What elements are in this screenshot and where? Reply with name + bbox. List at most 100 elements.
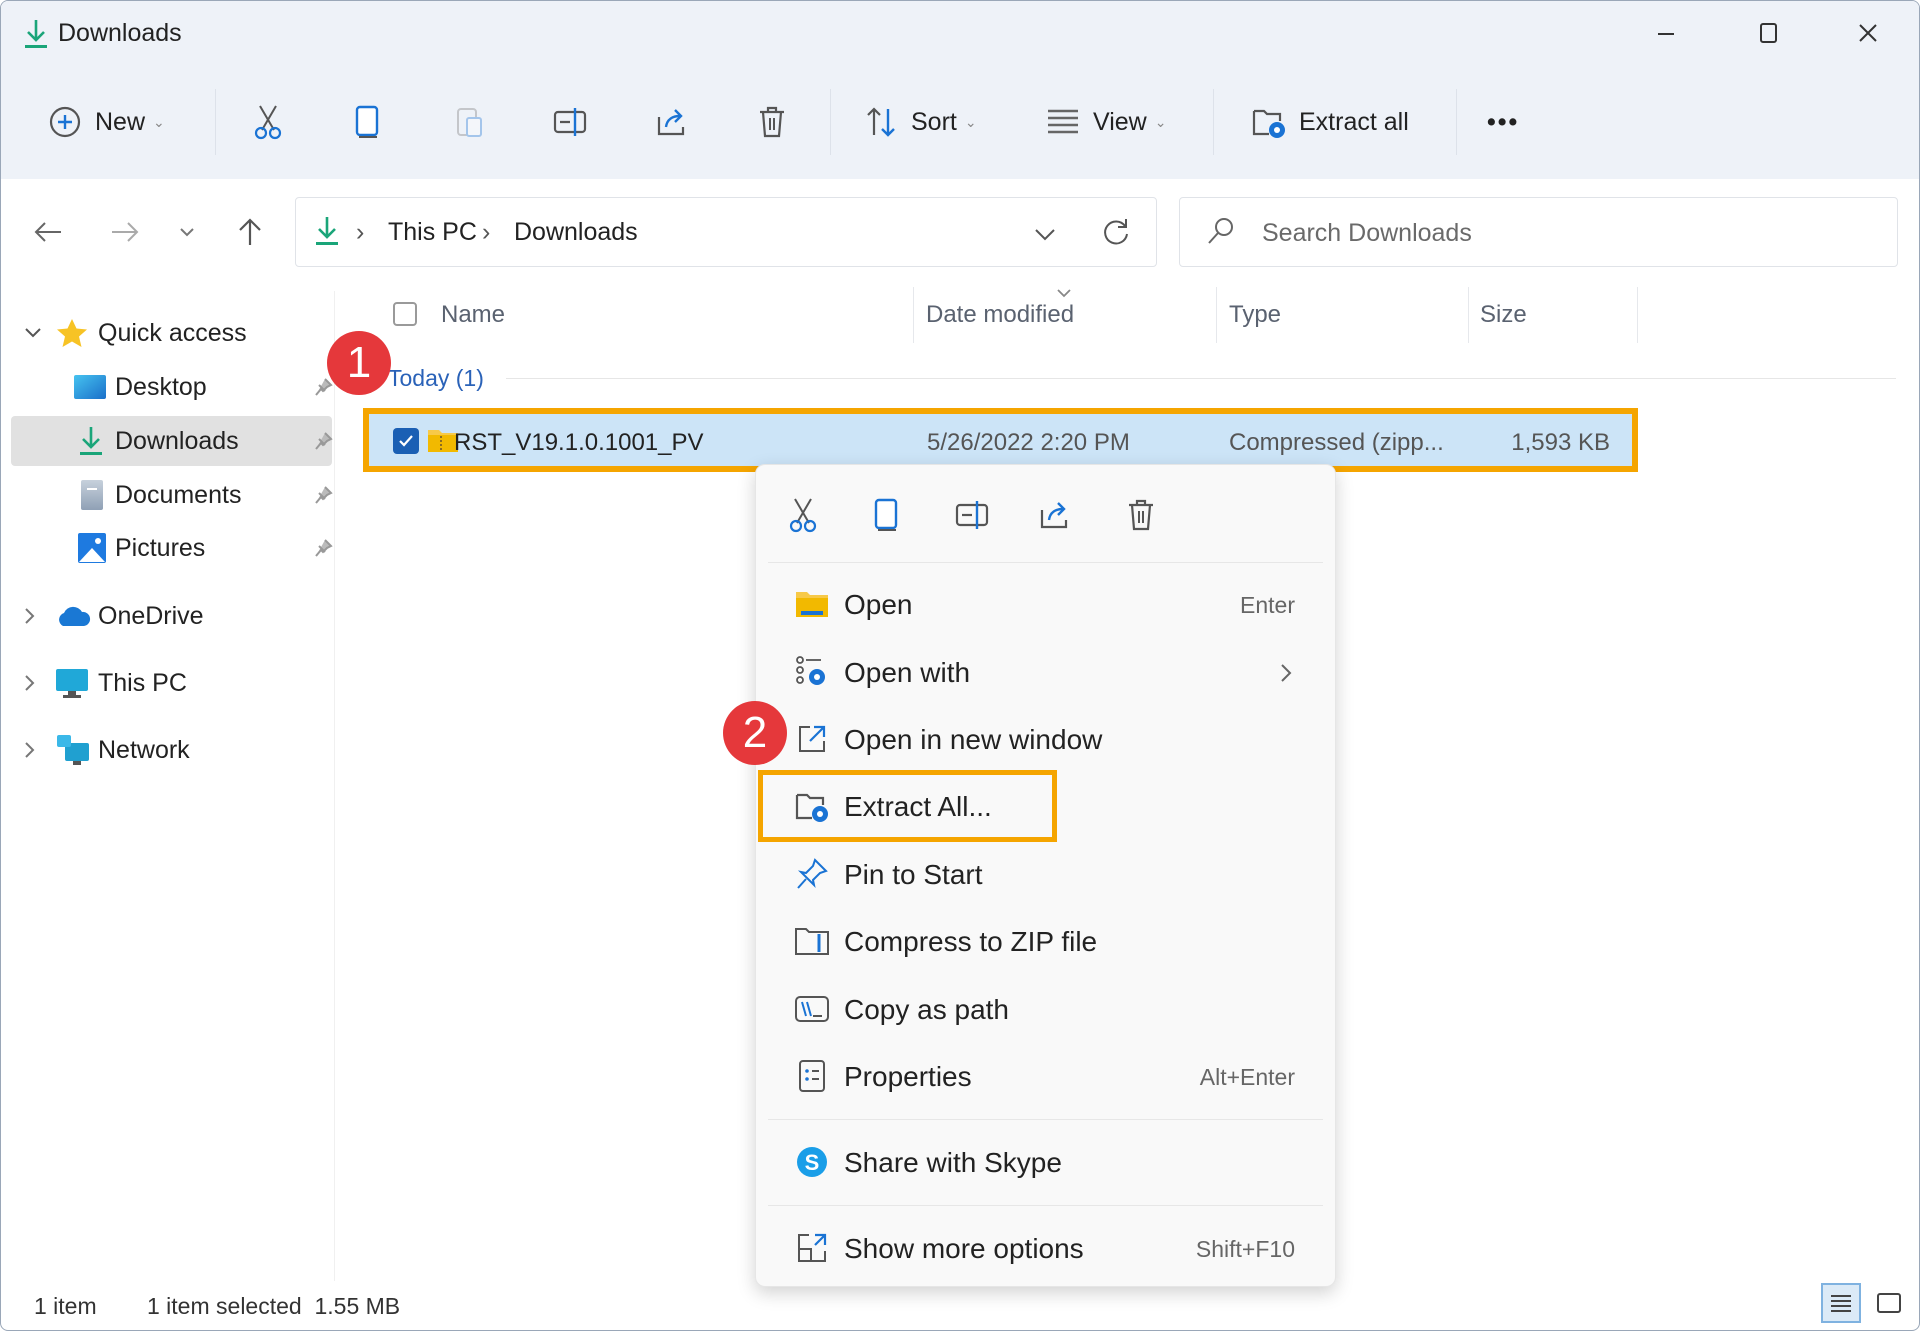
column-divider[interactable] xyxy=(1216,287,1217,343)
delete-button[interactable] xyxy=(754,99,790,145)
sort-button[interactable]: Sort ⌄ xyxy=(863,99,977,145)
paste-icon xyxy=(452,104,488,140)
sidebar-label: Quick access xyxy=(98,318,247,347)
forward-button[interactable] xyxy=(105,212,145,252)
menu-item-show-more-options[interactable]: Show more options Shift+F10 xyxy=(762,1218,1329,1278)
back-button[interactable] xyxy=(28,212,68,252)
new-label: New xyxy=(95,107,146,136)
details-view-icon xyxy=(1831,1295,1851,1312)
sidebar-item-pictures[interactable]: Pictures xyxy=(11,523,333,573)
column-header-name[interactable]: Name xyxy=(441,301,505,329)
menu-shortcut: Shift+F10 xyxy=(1195,1236,1295,1262)
column-header-size[interactable]: Size xyxy=(1480,301,1527,329)
zip-icon xyxy=(794,923,830,959)
sidebar-item-onedrive[interactable]: OneDrive xyxy=(11,591,332,641)
menu-label: Share with Skype xyxy=(844,1147,1062,1178)
rename-button[interactable] xyxy=(552,99,588,145)
address-history-button[interactable] xyxy=(1031,220,1059,248)
search-icon xyxy=(1206,216,1236,246)
recent-locations-button[interactable] xyxy=(167,212,207,252)
menu-item-properties[interactable]: Properties Alt+Enter xyxy=(762,1046,1329,1106)
step-2-badge: 2 xyxy=(723,701,787,765)
context-delete-button[interactable] xyxy=(1121,495,1161,535)
extract-all-button[interactable]: Extract all xyxy=(1251,99,1409,145)
menu-item-pin-to-start[interactable]: Pin to Start xyxy=(762,844,1329,904)
delete-icon xyxy=(1129,499,1153,531)
close-button[interactable] xyxy=(1838,13,1898,53)
menu-divider xyxy=(768,1205,1323,1206)
rename-icon xyxy=(955,501,989,529)
details-view-button[interactable] xyxy=(1821,1283,1861,1323)
search-box[interactable] xyxy=(1179,197,1898,267)
column-divider[interactable] xyxy=(1637,287,1638,343)
refresh-icon xyxy=(1104,219,1128,245)
cut-icon xyxy=(789,498,817,533)
checkmark-icon xyxy=(399,435,413,447)
menu-item-open-in-new-window[interactable]: Open in new window xyxy=(762,709,1329,769)
skype-icon: S xyxy=(794,1144,830,1180)
maximize-button[interactable] xyxy=(1739,13,1799,53)
sidebar-item-network[interactable]: Network xyxy=(11,725,332,775)
up-button[interactable] xyxy=(230,212,270,252)
refresh-button[interactable] xyxy=(1100,216,1132,248)
share-button[interactable] xyxy=(654,99,690,145)
monitor-icon xyxy=(56,669,88,698)
column-divider[interactable] xyxy=(913,287,914,343)
sidebar-item-documents[interactable]: Documents xyxy=(11,470,333,520)
chevron-down-icon: ⌄ xyxy=(964,113,977,130)
column-header-date-modified[interactable]: Date modified xyxy=(926,301,1074,329)
copy-button[interactable] xyxy=(350,99,386,145)
extract-icon xyxy=(1251,104,1287,140)
pin-icon xyxy=(315,432,333,450)
paste-button[interactable] xyxy=(452,99,488,145)
share-icon xyxy=(1040,502,1068,529)
group-header[interactable]: Today (1) xyxy=(388,365,484,392)
extract-icon xyxy=(794,788,830,824)
sidebar-label: This PC xyxy=(98,668,187,697)
svg-text:S: S xyxy=(805,1150,820,1175)
address-bar[interactable]: › This PC › Downloads xyxy=(295,197,1157,267)
sidebar-item-downloads[interactable]: Downloads xyxy=(11,416,333,466)
menu-item-copy-as-path[interactable]: Copy as path xyxy=(762,979,1329,1039)
desktop-folder-icon xyxy=(74,375,106,399)
menu-item-open-with[interactable]: Open with xyxy=(762,642,1329,702)
search-input[interactable] xyxy=(1260,212,1864,254)
cut-button[interactable] xyxy=(250,99,286,145)
download-icon xyxy=(21,17,51,51)
select-all-checkbox[interactable] xyxy=(393,302,417,326)
sidebar-item-quick-access[interactable]: Quick access xyxy=(11,308,332,358)
minimize-button[interactable] xyxy=(1636,13,1696,53)
copy-icon xyxy=(350,104,386,140)
plus-circle-icon xyxy=(47,104,83,140)
delete-icon xyxy=(754,104,790,140)
chevron-right-icon xyxy=(25,675,35,691)
menu-item-open[interactable]: Open Enter xyxy=(762,574,1329,634)
context-copy-button[interactable] xyxy=(867,495,907,535)
window-title: Downloads xyxy=(58,19,182,47)
menu-item-extract-all[interactable]: Extract All... xyxy=(762,776,1329,836)
row-checkbox[interactable] xyxy=(393,428,419,454)
menu-item-compress-to-zip[interactable]: Compress to ZIP file xyxy=(762,911,1329,971)
more-options-button[interactable]: ••• xyxy=(1487,99,1519,145)
breadcrumb-downloads[interactable]: Downloads xyxy=(514,218,638,247)
breadcrumb-this-pc[interactable]: This PC xyxy=(388,218,477,247)
sidebar-item-desktop[interactable]: Desktop xyxy=(11,362,333,412)
context-cut-button[interactable] xyxy=(783,495,823,535)
pictures-icon xyxy=(78,533,106,563)
menu-shortcut: Alt+Enter xyxy=(1199,1064,1295,1090)
sidebar-label: Desktop xyxy=(115,372,207,401)
menu-item-share-with-skype[interactable]: S Share with Skype xyxy=(762,1132,1329,1192)
chevron-down-icon: ⌄ xyxy=(1154,113,1167,130)
context-share-button[interactable] xyxy=(1035,495,1075,535)
view-button[interactable]: View ⌄ xyxy=(1045,99,1166,145)
file-row[interactable]: RST_V19.1.0.1001_PV 5/26/2022 2:20 PM Co… xyxy=(363,408,1638,472)
column-divider[interactable] xyxy=(1468,287,1469,343)
large-icons-view-button[interactable] xyxy=(1869,1283,1909,1323)
sidebar-label: Network xyxy=(98,735,190,764)
menu-divider xyxy=(768,562,1323,563)
context-rename-button[interactable] xyxy=(952,495,992,535)
new-button[interactable]: New ⌄ xyxy=(47,99,165,145)
column-header-type[interactable]: Type xyxy=(1229,301,1281,329)
properties-icon xyxy=(794,1058,830,1094)
sidebar-item-this-pc[interactable]: This PC xyxy=(11,658,332,708)
